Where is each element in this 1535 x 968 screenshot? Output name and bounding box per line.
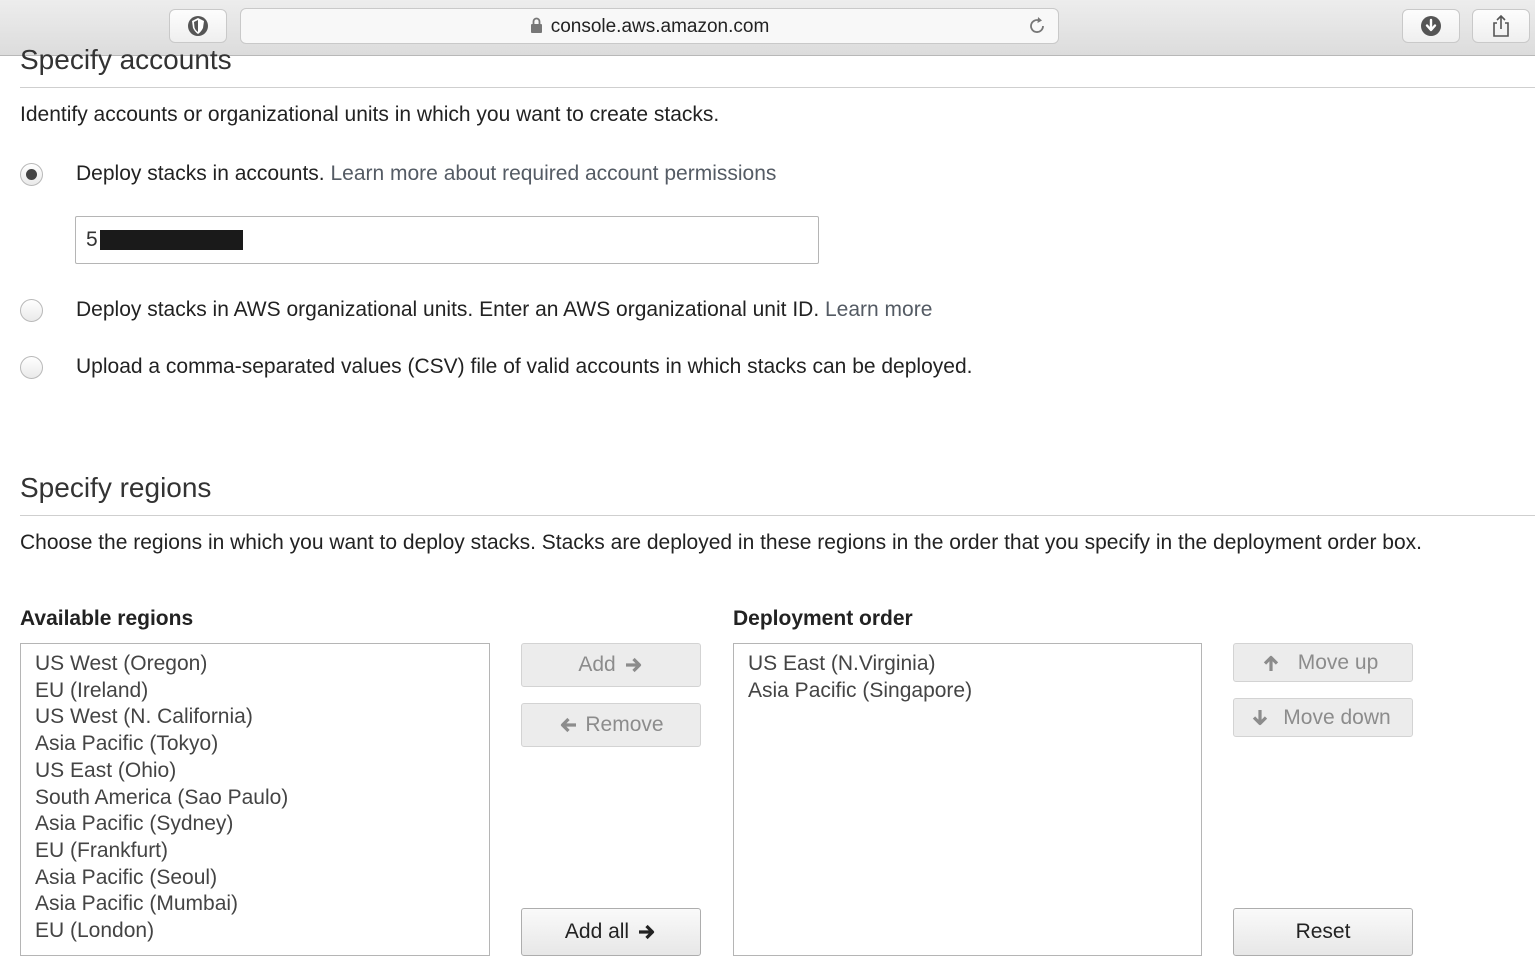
move-up-button[interactable]: Move up [1233,643,1413,682]
arrow-left-icon [561,717,577,733]
list-item[interactable]: EU (London) [35,918,489,945]
move-up-label: Move up [1297,650,1379,674]
arrow-right-icon [639,924,655,940]
move-down-button[interactable]: Move down [1233,698,1413,737]
shield-icon [188,16,208,36]
list-item[interactable]: Asia Pacific (Sydney) [35,811,489,838]
lock-icon [530,17,543,40]
option-label: Deploy stacks in AWS organizational unit… [76,298,820,321]
remove-button[interactable]: Remove [521,703,701,747]
list-item[interactable]: Asia Pacific (Mumbai) [35,891,489,918]
list-item[interactable]: Asia Pacific (Tokyo) [35,731,489,758]
list-item[interactable]: EU (Frankfurt) [35,838,489,865]
list-item[interactable]: Asia Pacific (Seoul) [35,865,489,892]
option-label: Upload a comma-separated values (CSV) fi… [76,355,973,378]
list-item[interactable]: EU (Ireland) [35,678,489,705]
add-all-button[interactable]: Add all [521,908,701,956]
account-number-value: 5 [86,228,98,251]
reset-button[interactable]: Reset [1233,908,1413,956]
regions-section-title: Specify regions [20,472,212,503]
list-item[interactable]: US West (N. California) [35,704,489,731]
arrow-right-icon [625,657,641,673]
divider [20,515,1535,516]
arrow-up-icon [1263,655,1278,671]
deployment-order-label: Deployment order [733,607,913,630]
shield-button[interactable] [169,9,227,43]
download-icon [1421,16,1441,36]
download-button[interactable] [1402,9,1460,43]
list-item[interactable]: US East (Ohio) [35,758,489,785]
reload-icon[interactable] [1026,15,1048,42]
radio-deploy-ous[interactable] [20,298,43,322]
option-label: Deploy stacks in accounts. [76,162,325,185]
account-number-input[interactable]: 5 [75,216,819,264]
share-icon [1493,14,1509,37]
option-upload-csv[interactable]: Upload a comma-separated values (CSV) fi… [20,355,972,379]
list-item[interactable]: US West (Oregon) [35,651,489,678]
list-item[interactable]: Asia Pacific (Singapore) [748,678,1201,705]
learn-more-ou-link[interactable]: Learn more [825,298,932,321]
option-deploy-ous[interactable]: Deploy stacks in AWS organizational unit… [20,298,932,322]
reset-button-label: Reset [1295,920,1351,943]
arrow-down-icon [1253,709,1268,725]
address-bar[interactable]: console.aws.amazon.com [240,8,1059,44]
radio-upload-csv[interactable] [20,355,43,379]
available-regions-label: Available regions [20,607,194,630]
option-deploy-accounts[interactable]: Deploy stacks in accounts. Learn more ab… [20,162,776,186]
accounts-section-title: Specify accounts [20,44,232,75]
list-item[interactable]: South America (Sao Paulo) [35,785,489,812]
available-regions-list[interactable]: US West (Oregon) EU (Ireland) US West (N… [20,643,490,956]
learn-more-permissions-link[interactable]: Learn more about required account permis… [330,162,776,185]
accounts-description: Identify accounts or organizational unit… [20,103,720,126]
add-button[interactable]: Add [521,643,701,687]
add-all-button-label: Add all [564,920,630,943]
url-text: console.aws.amazon.com [550,16,770,37]
remove-button-label: Remove [585,713,664,736]
divider [20,87,1535,88]
redaction-block [99,230,243,250]
add-button-label: Add [578,653,616,676]
regions-description: Choose the regions in which you want to … [20,531,1422,554]
move-down-label: Move down [1283,705,1391,729]
radio-deploy-accounts[interactable] [20,162,43,186]
list-item[interactable]: US East (N.Virginia) [748,651,1201,678]
share-button[interactable] [1472,9,1530,43]
deployment-order-list[interactable]: US East (N.Virginia) Asia Pacific (Singa… [733,643,1202,956]
